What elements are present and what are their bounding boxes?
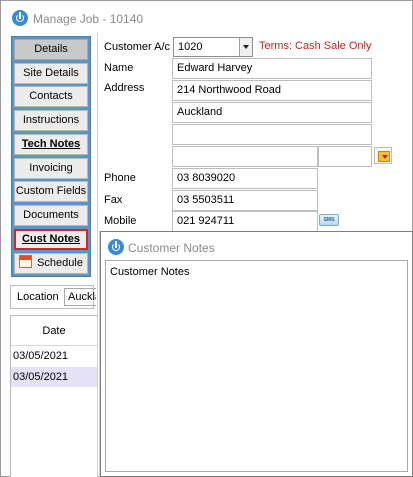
date-column-header[interactable]: Date: [11, 316, 97, 346]
customer-ac-label: Customer A/c: [104, 41, 171, 53]
address-line5-field[interactable]: [318, 146, 372, 167]
fax-field[interactable]: 03 5503511: [172, 190, 318, 211]
phone-field[interactable]: 03 8039020: [172, 168, 318, 189]
notes-window-title: Customer Notes: [128, 241, 215, 255]
terms-label: Terms: Cash Sale Only: [259, 40, 372, 52]
name-label: Name: [104, 62, 134, 74]
notes-textarea[interactable]: Customer Notes: [105, 260, 408, 472]
date-row[interactable]: 03/05/2021: [11, 346, 97, 366]
customer-notes-window: Customer Notes Customer Notes: [100, 231, 413, 477]
name-field[interactable]: Edward Harvey: [172, 58, 372, 79]
nav-schedule-label: Schedule: [37, 257, 83, 269]
address-picker-icon[interactable]: [374, 147, 392, 164]
customer-ac-combo[interactable]: 1020: [173, 37, 253, 57]
nav-instructions[interactable]: Instructions: [14, 110, 88, 131]
address-line4-field[interactable]: [172, 146, 318, 167]
mobile-field[interactable]: 021 924711: [172, 211, 318, 232]
date-row[interactable]: 03/05/2021: [11, 367, 97, 387]
sms-icon: SMS: [319, 214, 339, 226]
fax-label: Fax: [104, 194, 123, 206]
nav-tech-notes[interactable]: Tech Notes: [14, 134, 88, 155]
location-row: Location Auckla: [10, 285, 96, 309]
nav-cust-notes[interactable]: Cust Notes: [14, 229, 88, 250]
app-power-icon: [108, 239, 124, 255]
address-line1-field[interactable]: 214 Northwood Road: [172, 80, 372, 101]
calendar-icon: [19, 255, 33, 268]
sms-button[interactable]: SMS: [318, 212, 340, 229]
app-power-icon: [12, 10, 28, 26]
nav-documents[interactable]: Documents: [14, 205, 88, 226]
form-divider: [97, 33, 98, 477]
address-line3-field[interactable]: [172, 124, 372, 145]
nav-site-details[interactable]: Site Details: [14, 63, 88, 84]
nav-invoicing[interactable]: Invoicing: [14, 158, 88, 179]
notes-titlebar[interactable]: Customer Notes: [101, 232, 412, 260]
nav-details[interactable]: Details: [14, 39, 88, 60]
customer-ac-value: 1020: [178, 41, 203, 53]
nav-contacts[interactable]: Contacts: [14, 86, 88, 107]
address-line2-field[interactable]: Auckland: [172, 102, 372, 123]
address-label: Address: [104, 82, 145, 94]
date-grid: Date 03/05/2021 03/05/2021: [10, 315, 98, 477]
nav-custom-fields[interactable]: Custom Fields: [14, 181, 88, 202]
phone-label: Phone: [104, 172, 136, 184]
mobile-label: Mobile: [104, 215, 137, 227]
nav-schedule[interactable]: Schedule: [14, 253, 88, 274]
chevron-down-icon[interactable]: [239, 38, 252, 56]
location-label: Location: [17, 291, 59, 303]
window-title: Manage Job - 10140: [33, 12, 144, 26]
location-input[interactable]: Auckla: [64, 288, 96, 306]
main-titlebar[interactable]: Manage Job - 10140: [1, 1, 412, 29]
